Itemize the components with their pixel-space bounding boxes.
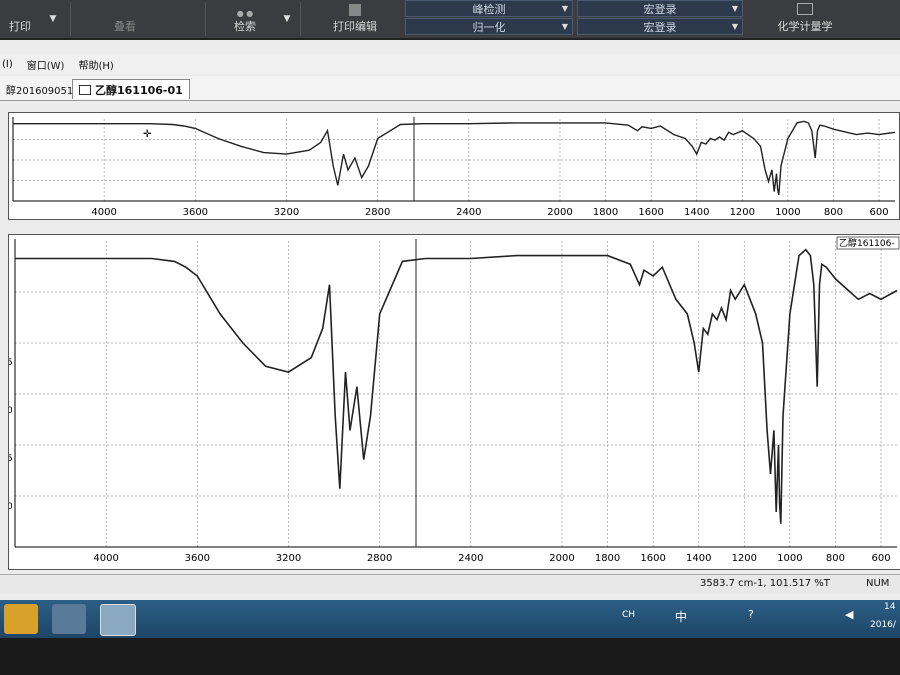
tab-sample-1[interactable]: 醇201609051 xyxy=(0,79,79,99)
x-tick-label: 1600 xyxy=(640,553,665,564)
chemometrics-button[interactable]: 化学计量学 xyxy=(755,0,855,38)
app-icon[interactable] xyxy=(52,604,86,634)
peak-detect-combo[interactable]: 峰检测 ▼ xyxy=(405,0,573,17)
macro-combo-1[interactable]: 宏登录 ▼ xyxy=(577,0,743,17)
document-tabs: 醇201609051 乙醇161106-01 xyxy=(0,76,900,101)
x-tick-label: 1400 xyxy=(684,207,709,218)
language-indicator[interactable]: 中 xyxy=(675,608,687,625)
print-edit-label: 打印编辑 xyxy=(333,20,377,33)
x-tick-labels: 4000 3600 3200 2800 2400 2000 1800 1600 1400 1200… xyxy=(91,207,888,218)
explorer-icon[interactable] xyxy=(4,604,38,634)
cursor-readout: 3583.7 cm-1, 101.517 %T xyxy=(700,578,830,589)
spectrum-app-icon[interactable] xyxy=(100,604,136,636)
y-tick-label: 5 xyxy=(8,454,13,464)
x-tick-label: 2000 xyxy=(547,207,572,218)
toolbar-separator xyxy=(70,2,71,36)
search-button[interactable]: ● ● 检索 xyxy=(215,0,275,38)
x-tick-label: 3200 xyxy=(276,553,301,564)
clock-time: 14 xyxy=(884,602,896,612)
x-tick-label: 600 xyxy=(869,207,888,218)
x-tick-labels: 4000 3600 3200 2800 2400 2000 1800 1600 1400 1200… xyxy=(93,553,890,564)
x-tick-label: 3600 xyxy=(185,553,210,564)
macro-label-1: 宏登录 xyxy=(643,2,677,16)
x-tick-label: 800 xyxy=(826,553,845,564)
search-icon: ● ● xyxy=(236,9,254,18)
x-tick-label: 1000 xyxy=(775,207,800,218)
spectrum-icon xyxy=(79,84,91,95)
clock-date: 2016/ xyxy=(870,620,896,630)
chevron-down-icon: ▼ xyxy=(731,22,738,31)
x-tick-label: 1000 xyxy=(777,553,802,564)
x-tick-label: 1800 xyxy=(593,207,618,218)
menu-bar: (I) 窗口(W) 帮助(H) xyxy=(0,54,900,74)
menu-item-1[interactable]: (I) xyxy=(2,59,13,70)
y-tick-labels: 5 0 5 0 xyxy=(8,358,13,512)
chemometrics-label: 化学计量学 xyxy=(777,20,833,33)
x-tick-label: 1200 xyxy=(730,207,755,218)
num-lock-indicator: NUM xyxy=(866,578,890,589)
x-tick-label: 2800 xyxy=(367,553,392,564)
x-tick-label: 2000 xyxy=(549,553,574,564)
overview-spectrum-plot[interactable]: 4000 3600 3200 2800 2400 2000 1800 1600 1400 1200… xyxy=(8,112,900,220)
x-tick-label: 800 xyxy=(824,207,843,218)
x-tick-label: 3600 xyxy=(183,207,208,218)
x-tick-label: 3200 xyxy=(274,207,299,218)
print-edit-icon xyxy=(349,4,361,16)
monitor-bezel xyxy=(0,638,900,675)
taskbar: CH 中 ? ◀ 14 2016/ xyxy=(0,600,900,638)
x-tick-label: 2400 xyxy=(458,553,483,564)
toolbar-separator xyxy=(300,2,301,36)
x-tick-label: 1600 xyxy=(638,207,663,218)
x-tick-label: 2800 xyxy=(365,207,390,218)
normalize-combo[interactable]: 归一化 ▼ xyxy=(405,18,573,35)
legend-label: 乙醇161106- xyxy=(839,237,895,249)
print-button[interactable]: 打印 xyxy=(0,0,40,38)
x-tick-label: 1800 xyxy=(595,553,620,564)
menu-item-help[interactable]: 帮助(H) xyxy=(78,57,113,72)
peak-detect-label: 峰检测 xyxy=(472,2,506,16)
help-icon[interactable]: ? xyxy=(748,608,754,621)
macro-label-2: 宏登录 xyxy=(643,20,677,34)
x-tick-label: 4000 xyxy=(91,207,116,218)
overlay-button[interactable]: 叠看 xyxy=(80,0,170,38)
x-tick-label: 1200 xyxy=(732,553,757,564)
search-dropdown-arrow[interactable]: ▼ xyxy=(278,0,296,38)
toolbar: 打印 ▼ 叠看 ● ● 检索 ▼ 打印编辑 峰检测 ▼ 归一化 ▼ 宏登录 ▼ 宏登录… xyxy=(0,0,900,40)
tab-sample-2-label: 乙醇161106-01 xyxy=(95,83,183,97)
print-edit-button[interactable]: 打印编辑 xyxy=(310,0,400,38)
spectrum-trace xyxy=(15,248,898,524)
ime-indicator[interactable]: CH xyxy=(622,610,635,620)
crosshair-icon: ✛ xyxy=(143,129,152,140)
macro-combo-2[interactable]: 宏登录 ▼ xyxy=(577,18,743,35)
normalize-label: 归一化 xyxy=(472,20,506,34)
y-tick-label: 0 xyxy=(8,502,13,512)
print-dropdown-arrow[interactable]: ▼ xyxy=(44,0,62,38)
x-tick-label: 1400 xyxy=(686,553,711,564)
menu-item-window[interactable]: 窗口(W) xyxy=(27,57,65,72)
x-tick-label: 2400 xyxy=(456,207,481,218)
status-bar: 3583.7 cm-1, 101.517 %T NUM xyxy=(0,574,900,593)
chevron-down-icon: ▼ xyxy=(561,22,568,31)
chemometrics-icon xyxy=(797,3,813,15)
toolbar-separator xyxy=(205,2,206,36)
main-spectrum-plot[interactable]: 4000 3600 3200 2800 2400 2000 1800 1600 1400 1200… xyxy=(8,234,900,570)
chevron-down-icon: ▼ xyxy=(731,4,738,13)
tab-sample-2[interactable]: 乙醇161106-01 xyxy=(72,79,190,99)
y-tick-label: 5 xyxy=(8,358,13,368)
x-tick-label: 600 xyxy=(871,553,890,564)
search-label: 检索 xyxy=(234,20,256,33)
volume-icon[interactable]: ◀ xyxy=(845,608,853,621)
y-tick-label: 0 xyxy=(8,406,13,416)
x-tick-label: 4000 xyxy=(93,553,118,564)
chevron-down-icon: ▼ xyxy=(561,4,568,13)
